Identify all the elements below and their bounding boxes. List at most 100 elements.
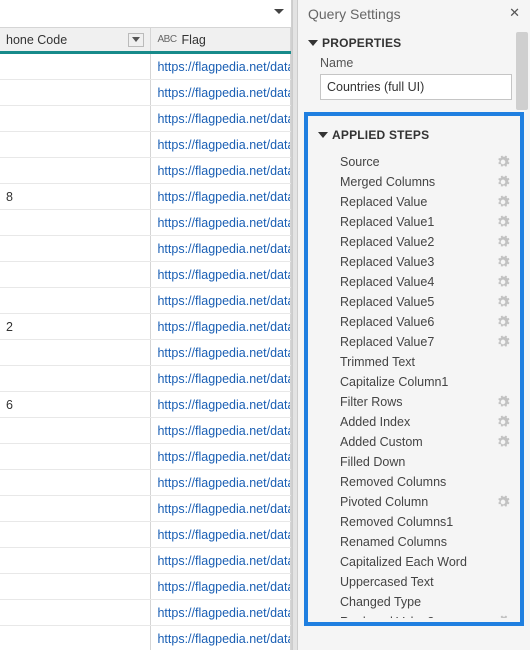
cell-flag-url: https://flagpedia.net/data [151,132,291,157]
gear-icon[interactable] [496,415,510,429]
applied-step[interactable]: Capitalize Column1 [332,372,514,392]
cell-flag-url: https://flagpedia.net/data [151,288,291,313]
table-row[interactable]: https://flagpedia.net/data [0,340,291,366]
table-row[interactable]: https://flagpedia.net/data [0,626,291,650]
gear-icon[interactable] [496,315,510,329]
cell-phone-code [0,418,151,443]
step-label: Trimmed Text [332,355,496,369]
step-label: Added Custom [332,435,496,449]
close-icon[interactable]: ✕ [509,5,520,21]
applied-step[interactable]: Changed Type [332,592,514,612]
gear-icon[interactable] [496,495,510,509]
step-label: Replaced Value5 [332,295,496,309]
cell-flag-url: https://flagpedia.net/data [151,54,291,79]
scrollbar-thumb[interactable] [516,32,528,110]
column-header-label: Flag [182,33,206,47]
table-row[interactable]: https://flagpedia.net/data [0,522,291,548]
table-row[interactable]: https://flagpedia.net/data [0,158,291,184]
cell-flag-url: https://flagpedia.net/data [151,470,291,495]
chevron-down-icon [318,132,328,138]
table-row[interactable]: https://flagpedia.net/data [0,54,291,80]
applied-step[interactable]: Added Custom [332,432,514,452]
applied-step[interactable]: Renamed Columns [332,532,514,552]
table-row[interactable]: https://flagpedia.net/data [0,574,291,600]
column-header-phone-code[interactable]: hone Code [0,28,151,51]
applied-step[interactable]: Filled Down [332,452,514,472]
query-name-input[interactable] [320,74,512,100]
applied-step[interactable]: Replaced Value8 [332,612,514,618]
gear-icon[interactable] [496,275,510,289]
cell-flag-url: https://flagpedia.net/data [151,80,291,105]
table-row[interactable]: https://flagpedia.net/data [0,470,291,496]
cell-flag-url: https://flagpedia.net/data [151,340,291,365]
gear-icon[interactable] [496,295,510,309]
applied-step[interactable]: Removed Columns1 [332,512,514,532]
applied-step[interactable]: Replaced Value2 [332,232,514,252]
gear-icon[interactable] [496,175,510,189]
table-row[interactable]: https://flagpedia.net/data [0,496,291,522]
applied-step[interactable]: Filter Rows [332,392,514,412]
step-label: Removed Columns [332,475,496,489]
column-filter-dropdown[interactable] [128,33,144,47]
cell-flag-url: https://flagpedia.net/data [151,262,291,287]
applied-step[interactable]: Merged Columns [332,172,514,192]
applied-step[interactable]: Trimmed Text [332,352,514,372]
applied-step[interactable]: Source [332,152,514,172]
applied-step[interactable]: Removed Columns [332,472,514,492]
cell-phone-code [0,158,151,183]
table-row[interactable]: https://flagpedia.net/data [0,444,291,470]
pane-title: Query Settings [308,6,401,22]
gear-icon[interactable] [496,155,510,169]
cell-flag-url: https://flagpedia.net/data [151,548,291,573]
table-row[interactable]: https://flagpedia.net/data [0,600,291,626]
cell-phone-code: 6 [0,392,151,417]
step-label: Removed Columns1 [332,515,496,529]
table-row[interactable]: https://flagpedia.net/data [0,418,291,444]
cell-phone-code [0,80,151,105]
table-row[interactable]: 6https://flagpedia.net/data [0,392,291,418]
table-row[interactable]: https://flagpedia.net/data [0,210,291,236]
applied-step[interactable]: Replaced Value [332,192,514,212]
cell-flag-url: https://flagpedia.net/data [151,106,291,131]
properties-section-header[interactable]: PROPERTIES [298,26,530,54]
table-row[interactable]: 2https://flagpedia.net/data [0,314,291,340]
table-row[interactable]: https://flagpedia.net/data [0,106,291,132]
gear-icon[interactable] [496,195,510,209]
column-header-flag[interactable]: ABC Flag [151,28,291,51]
applied-step[interactable]: Replaced Value5 [332,292,514,312]
table-row[interactable]: https://flagpedia.net/data [0,288,291,314]
table-row[interactable]: https://flagpedia.net/data [0,132,291,158]
applied-step[interactable]: Replaced Value7 [332,332,514,352]
applied-steps-list: SourceMerged ColumnsReplaced ValueReplac… [314,146,514,618]
table-row[interactable]: https://flagpedia.net/data [0,80,291,106]
applied-step[interactable]: Replaced Value6 [332,312,514,332]
table-row[interactable]: https://flagpedia.net/data [0,548,291,574]
table-row[interactable]: https://flagpedia.net/data [0,236,291,262]
table-row[interactable]: https://flagpedia.net/data [0,262,291,288]
gear-icon[interactable] [496,235,510,249]
applied-step[interactable]: Capitalized Each Word [332,552,514,572]
gear-icon[interactable] [496,435,510,449]
cell-phone-code [0,496,151,521]
applied-step[interactable]: Replaced Value4 [332,272,514,292]
applied-step[interactable]: Replaced Value3 [332,252,514,272]
gear-icon[interactable] [496,215,510,229]
table-row[interactable]: https://flagpedia.net/data [0,366,291,392]
chevron-down-icon[interactable] [273,5,285,23]
name-label: Name [298,54,530,72]
table-row[interactable]: 8https://flagpedia.net/data [0,184,291,210]
applied-steps-section-header[interactable]: APPLIED STEPS [314,128,514,146]
column-header-label: hone Code [6,33,67,47]
applied-step[interactable]: Replaced Value1 [332,212,514,232]
applied-step[interactable]: Added Index [332,412,514,432]
gear-icon[interactable] [496,615,510,618]
cell-phone-code [0,132,151,157]
gear-icon[interactable] [496,255,510,269]
gear-icon[interactable] [496,395,510,409]
gear-icon[interactable] [496,335,510,349]
applied-step[interactable]: Uppercased Text [332,572,514,592]
applied-step[interactable]: Pivoted Column [332,492,514,512]
cell-phone-code [0,444,151,469]
step-label: Renamed Columns [332,535,496,549]
cell-flag-url: https://flagpedia.net/data [151,626,291,650]
